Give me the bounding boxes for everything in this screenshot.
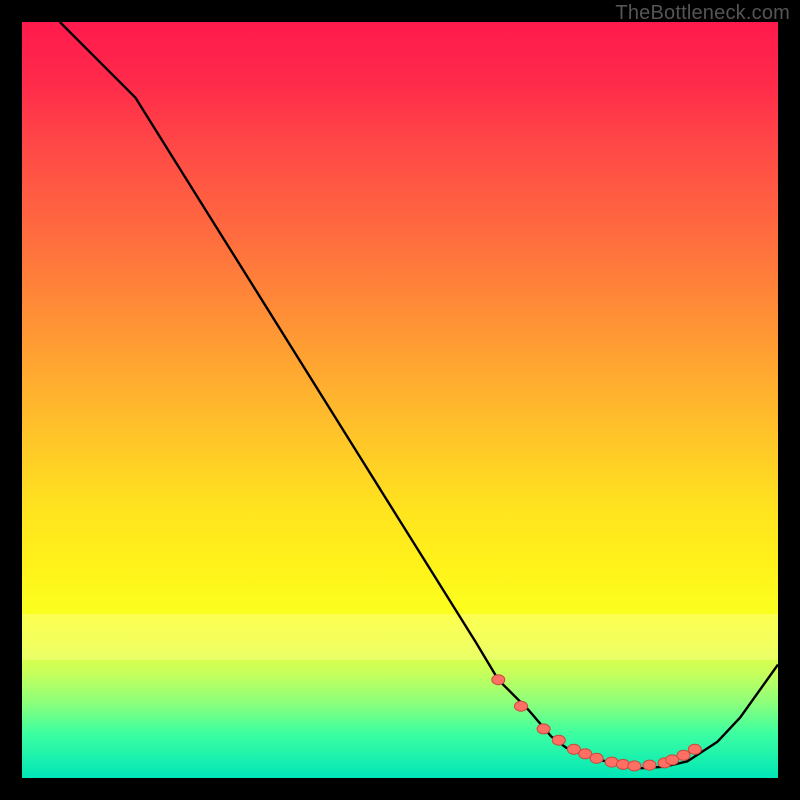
data-dot [643,760,656,770]
watermark: TheBottleneck.com [615,2,790,25]
data-dot [617,759,630,769]
chart-svg [22,22,778,778]
data-dot [590,753,603,763]
bottleneck-curve [60,22,778,768]
data-dot [688,744,701,754]
data-dot [515,701,528,711]
data-dot [677,750,690,760]
data-dot [552,735,565,745]
data-dot [628,761,641,771]
data-dot [492,675,505,685]
curve-dots [492,675,702,771]
data-dot [537,724,550,734]
chart-frame: TheBottleneck.com [0,0,800,800]
